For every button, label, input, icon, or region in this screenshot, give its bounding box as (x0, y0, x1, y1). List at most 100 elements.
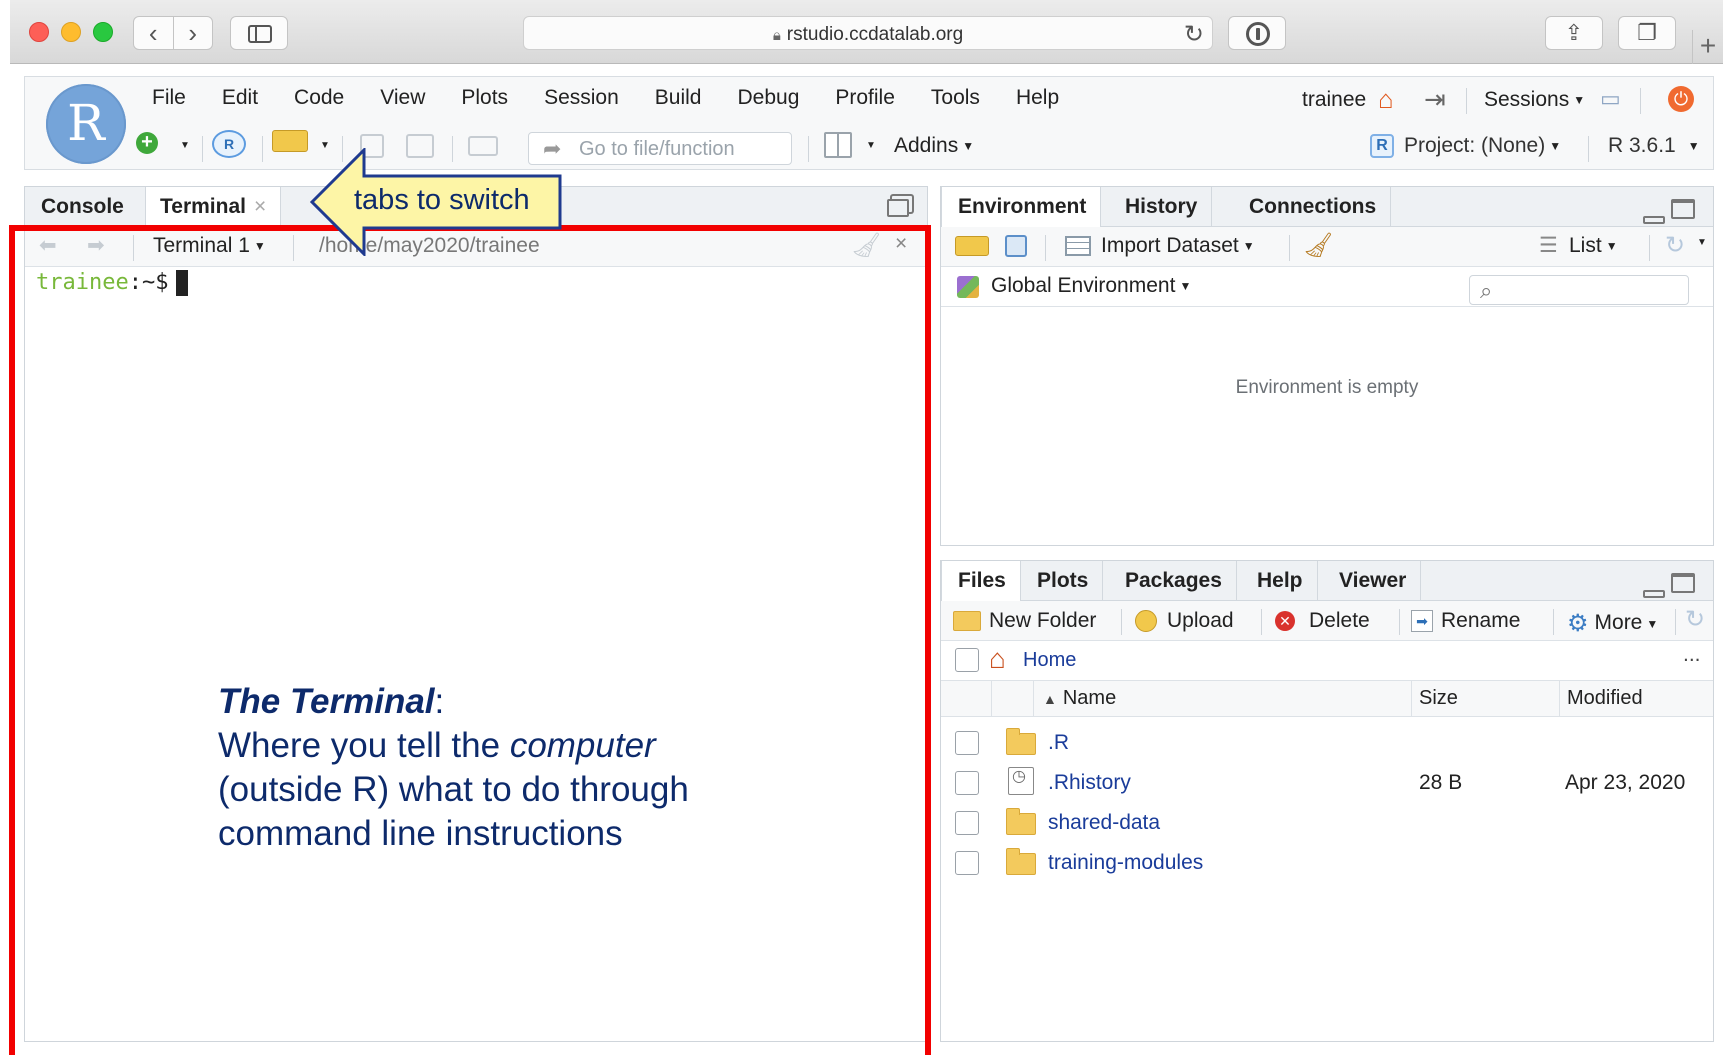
open-file-icon[interactable] (272, 130, 308, 152)
tab-history[interactable]: History (1111, 187, 1213, 227)
prompt-user: trainee (36, 270, 129, 295)
minimize-window-button[interactable] (61, 22, 81, 42)
goto-file-input[interactable]: ➦ Go to file/function (528, 132, 792, 165)
maximize-pane-icon[interactable] (1671, 199, 1695, 219)
restore-pane-icon[interactable] (887, 199, 909, 217)
refresh-icon[interactable]: ↻ (1665, 231, 1685, 260)
new-session-icon[interactable]: ▭ (1600, 86, 1621, 112)
terminal-prompt[interactable]: trainee:~$ (36, 270, 189, 296)
home-icon[interactable]: ⌂ (1378, 84, 1394, 115)
back-icon[interactable]: ‹ (134, 17, 174, 49)
tab-files[interactable]: Files (941, 561, 1021, 602)
chevron-down-icon: ▼ (253, 239, 266, 254)
power-icon[interactable]: ⏻ (1668, 86, 1694, 112)
chevron-down-icon[interactable]: ▼ (180, 140, 190, 151)
close-tab-icon[interactable]: × (254, 195, 266, 218)
tab-connections[interactable]: Connections (1235, 187, 1392, 227)
sidebar-toggle-button[interactable] (230, 16, 288, 50)
file-name-link[interactable]: shared-data (1048, 811, 1160, 835)
new-file-icon[interactable]: + (136, 132, 158, 154)
annotation-line-2: (outside R) what to do through (218, 770, 689, 809)
minimize-pane-icon[interactable] (1643, 590, 1665, 598)
menu-plots[interactable]: Plots (461, 86, 508, 110)
clear-terminal-icon[interactable]: 🧹︎ (851, 231, 881, 260)
workspace-panes-icon[interactable] (824, 132, 852, 158)
more-menu[interactable]: ⚙ More ▼ (1567, 609, 1658, 638)
view-mode-menu[interactable]: List ▼ (1569, 234, 1618, 258)
file-name-link[interactable]: .Rhistory (1048, 771, 1131, 795)
chevron-down-icon: ▼ (1549, 139, 1562, 154)
menu-profile[interactable]: Profile (835, 86, 895, 110)
new-tab-button[interactable]: + (1692, 30, 1723, 64)
minimize-pane-icon[interactable] (1643, 216, 1665, 224)
file-name-link[interactable]: training-modules (1048, 851, 1203, 875)
menu-view[interactable]: View (380, 86, 425, 110)
sign-out-icon[interactable]: ⇥ (1424, 84, 1446, 115)
menu-code[interactable]: Code (294, 86, 344, 110)
table-row[interactable]: training-modules (941, 843, 1713, 883)
column-header-name[interactable]: ▲ Name (1043, 687, 1116, 710)
table-row[interactable]: shared-data (941, 803, 1713, 843)
pane-window-controls (1643, 199, 1695, 224)
chevron-down-icon[interactable]: ▼ (1697, 237, 1707, 248)
tab-console[interactable]: Console (25, 187, 138, 227)
upload-button[interactable]: Upload (1135, 609, 1234, 633)
more-path-button[interactable]: ... (1683, 643, 1701, 667)
reload-icon[interactable]: ↻ (1184, 20, 1204, 49)
row-checkbox[interactable] (955, 731, 979, 755)
menu-edit[interactable]: Edit (222, 86, 258, 110)
column-header-size[interactable]: Size (1419, 687, 1458, 710)
password-manager-button[interactable] (1228, 16, 1286, 50)
clear-workspace-icon[interactable]: 🧹︎ (1303, 231, 1333, 260)
file-name-link[interactable]: .R (1048, 731, 1069, 755)
maximize-pane-icon[interactable] (1671, 573, 1695, 593)
table-row[interactable]: .R (941, 723, 1713, 763)
menu-build[interactable]: Build (655, 86, 702, 110)
tab-environment[interactable]: Environment (941, 187, 1102, 228)
breadcrumb-home[interactable]: Home (1023, 649, 1076, 672)
forward-icon[interactable]: › (174, 17, 213, 49)
load-workspace-icon[interactable] (955, 236, 989, 256)
zoom-window-button[interactable] (93, 22, 113, 42)
annotation-heading: The Terminal: (218, 680, 689, 724)
share-button[interactable]: ⇪ (1545, 16, 1603, 50)
delete-button[interactable]: ✕ Delete (1275, 609, 1370, 633)
new-project-icon[interactable]: R (212, 130, 246, 158)
r-version-menu[interactable]: R 3.6.1 ▼ (1608, 134, 1700, 158)
addins-menu[interactable]: Addins ▼ (894, 134, 974, 158)
prev-terminal-icon[interactable]: ⬅ (39, 233, 57, 258)
sessions-menu[interactable]: Sessions ▼ (1484, 88, 1585, 112)
menu-debug[interactable]: Debug (737, 86, 799, 110)
rename-button[interactable]: ➡ Rename (1411, 609, 1520, 633)
import-dataset-menu[interactable]: Import Dataset ▼ (1101, 234, 1255, 258)
table-row[interactable]: .Rhistory 28 B Apr 23, 2020 (941, 763, 1713, 803)
env-search-input[interactable]: ⌕ (1469, 275, 1689, 305)
scope-selector[interactable]: Global Environment ▼ (991, 274, 1191, 298)
menu-session[interactable]: Session (544, 86, 619, 110)
tab-terminal[interactable]: Terminal × (145, 187, 282, 228)
select-all-checkbox[interactable] (955, 648, 979, 672)
menu-tools[interactable]: Tools (931, 86, 980, 110)
column-header-modified[interactable]: Modified (1567, 687, 1643, 710)
row-checkbox[interactable] (955, 771, 979, 795)
tab-plots[interactable]: Plots (1023, 561, 1104, 601)
close-terminal-icon[interactable]: × (895, 232, 907, 256)
new-folder-button[interactable]: New Folder (953, 609, 1096, 633)
menu-file[interactable]: File (152, 86, 186, 110)
tab-packages[interactable]: Packages (1111, 561, 1237, 601)
tab-help[interactable]: Help (1243, 561, 1318, 601)
refresh-icon[interactable]: ↻ (1685, 605, 1705, 634)
close-window-button[interactable] (29, 22, 49, 42)
row-checkbox[interactable] (955, 811, 979, 835)
address-bar[interactable]: 🔒︎ rstudio.ccdatalab.org ↻ (523, 16, 1213, 50)
menu-help[interactable]: Help (1016, 86, 1059, 110)
terminal-selector[interactable]: Terminal 1 ▼ (153, 234, 266, 258)
next-terminal-icon[interactable]: ➡ (87, 233, 105, 258)
save-workspace-icon[interactable] (1005, 235, 1027, 257)
scope-label: Global Environment (991, 274, 1176, 297)
row-checkbox[interactable] (955, 851, 979, 875)
project-menu[interactable]: Project: (None) ▼ (1404, 134, 1561, 158)
tab-viewer[interactable]: Viewer (1325, 561, 1422, 601)
show-tabs-button[interactable]: ❐ (1618, 16, 1676, 50)
chevron-down-icon[interactable]: ▼ (866, 140, 876, 151)
